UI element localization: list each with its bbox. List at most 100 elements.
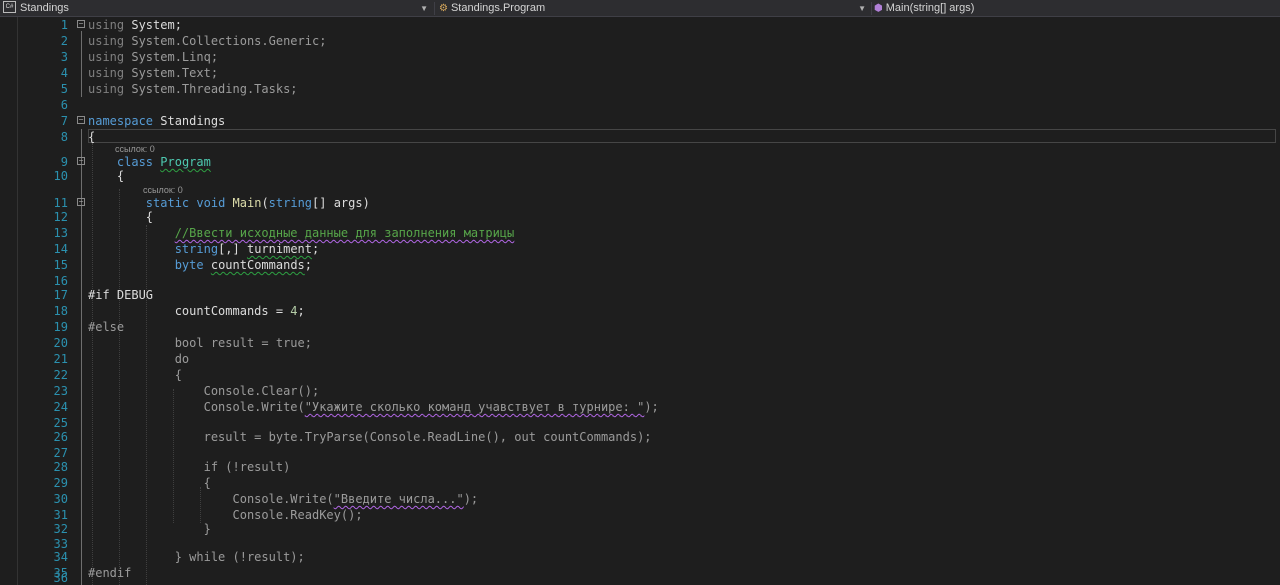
line-number: 17 xyxy=(53,288,68,302)
code-line: 12 { xyxy=(0,209,1280,225)
project-dropdown[interactable]: C# Standings ▼ xyxy=(0,0,432,17)
line-number: 4 xyxy=(60,66,68,80)
code-text: { xyxy=(88,130,96,144)
code-line: 2 using System.Collections.Generic; xyxy=(0,33,1280,49)
code-text: Console.Write("Укажите сколько команд уч… xyxy=(203,400,659,414)
code-text: using System; xyxy=(88,18,182,32)
line-number: 26 xyxy=(53,430,68,444)
navigation-bar: C# Standings ▼ ⚙ Standings.Program ▼ ⬢ Main… xyxy=(0,0,1280,17)
code-line: 22 { xyxy=(0,367,1280,383)
code-text: } while (!result); xyxy=(174,550,305,564)
code-line: 20 bool result = true; xyxy=(0,335,1280,351)
code-text: byte countCommands; xyxy=(174,258,312,272)
code-text: using System.Text; xyxy=(88,66,219,80)
code-line: 28 if (!result) xyxy=(0,459,1280,475)
chevron-down-icon: ▼ xyxy=(420,4,428,13)
line-number: 30 xyxy=(53,492,68,506)
code-text: Console.Write("Введите числа..."); xyxy=(232,492,479,506)
code-line: 30 Console.Write("Введите числа..."); xyxy=(0,491,1280,507)
code-text: { xyxy=(203,476,211,490)
type-name: Standings.Program xyxy=(450,2,546,14)
code-text: } xyxy=(203,522,211,536)
code-line: 8 { xyxy=(0,129,1280,145)
line-number: 1 xyxy=(60,18,68,32)
code-line: 7 − namespace Standings xyxy=(0,113,1280,129)
code-text: using System.Linq; xyxy=(88,50,219,64)
line-number: 28 xyxy=(53,460,68,474)
code-text: #else xyxy=(88,320,125,334)
code-text: namespace Standings xyxy=(88,114,226,128)
line-number: 3 xyxy=(60,50,68,64)
line-number: 22 xyxy=(53,368,68,382)
code-line: 15 byte countCommands; xyxy=(0,257,1280,273)
code-text: Console.Clear(); xyxy=(203,384,320,398)
collapse-icon[interactable]: − xyxy=(77,198,85,206)
divider xyxy=(434,2,435,15)
collapse-icon[interactable]: − xyxy=(77,116,85,124)
line-number: 15 xyxy=(53,258,68,272)
line-number: 20 xyxy=(53,336,68,350)
line-number: 21 xyxy=(53,352,68,366)
code-line: 4 using System.Text; xyxy=(0,65,1280,81)
member-name: Main(string[] args) xyxy=(885,2,975,14)
code-text: #if DEBUG xyxy=(88,288,154,302)
code-text: { xyxy=(174,368,182,382)
code-text: result = byte.TryParse(Console.ReadLine(… xyxy=(203,430,652,444)
line-number: 10 xyxy=(53,169,68,183)
collapse-icon[interactable]: − xyxy=(77,20,85,28)
code-text: countCommands = 4; xyxy=(174,304,305,318)
code-text: string[,] turniment; xyxy=(174,242,320,256)
code-text: { xyxy=(145,210,154,224)
line-number: 32 xyxy=(53,522,68,536)
code-editor[interactable]: 1 − using System; 2 using System.Collect… xyxy=(0,17,1280,585)
method-icon: ⬢ xyxy=(874,3,883,14)
class-icon: ⚙ xyxy=(439,3,448,14)
code-line: 10 { xyxy=(0,168,1280,184)
line-number: 18 xyxy=(53,304,68,318)
line-number: 29 xyxy=(53,476,68,490)
line-number: 5 xyxy=(60,82,68,96)
code-line: 17 #if DEBUG xyxy=(0,287,1280,303)
code-line: 34 } while (!result); xyxy=(0,549,1280,565)
code-line: 14 string[,] turniment; xyxy=(0,241,1280,257)
line-number: 23 xyxy=(53,384,68,398)
line-number: 2 xyxy=(60,34,68,48)
code-line: 24 Console.Write("Укажите сколько команд… xyxy=(0,399,1280,415)
code-line: 36 xyxy=(0,571,1280,585)
collapse-icon[interactable]: − xyxy=(77,157,85,165)
code-text: using System.Collections.Generic; xyxy=(88,34,327,48)
line-number: 19 xyxy=(53,320,68,334)
member-dropdown[interactable]: ⬢ Main(string[] args) xyxy=(872,0,1280,17)
line-number: 6 xyxy=(60,98,68,112)
code-text: bool result = true; xyxy=(174,336,312,350)
csharp-project-icon: C# xyxy=(3,1,16,14)
code-text: do xyxy=(174,352,190,366)
code-line: 21 do xyxy=(0,351,1280,367)
code-text: if (!result) xyxy=(203,460,291,474)
project-name: Standings xyxy=(20,2,69,14)
code-text: //Ввести исходные данные для заполнения … xyxy=(174,226,515,240)
line-number: 24 xyxy=(53,400,68,414)
line-number: 14 xyxy=(53,242,68,256)
type-dropdown[interactable]: ⚙ Standings.Program ▼ xyxy=(437,0,870,17)
code-line: 32 } xyxy=(0,521,1280,537)
line-number: 12 xyxy=(53,210,68,224)
code-line: 29 { xyxy=(0,475,1280,491)
code-line: 13 //Ввести исходные данные для заполнен… xyxy=(0,225,1280,241)
code-line: 18 countCommands = 4; xyxy=(0,303,1280,319)
chevron-down-icon: ▼ xyxy=(858,4,866,13)
line-number: 34 xyxy=(53,550,68,564)
code-text: using System.Threading.Tasks; xyxy=(88,82,298,96)
line-number: 36 xyxy=(53,571,68,585)
code-line: 23 Console.Clear(); xyxy=(0,383,1280,399)
line-number: 13 xyxy=(53,226,68,240)
code-text: { xyxy=(116,169,125,183)
code-line: 6 xyxy=(0,97,1280,113)
line-number: 8 xyxy=(60,130,68,144)
code-line: 26 result = byte.TryParse(Console.ReadLi… xyxy=(0,429,1280,445)
line-number: 7 xyxy=(60,114,68,128)
code-line: 3 using System.Linq; xyxy=(0,49,1280,65)
code-line: 5 using System.Threading.Tasks; xyxy=(0,81,1280,97)
code-line: 19 #else xyxy=(0,319,1280,335)
code-line: 1 − using System; xyxy=(0,17,1280,33)
